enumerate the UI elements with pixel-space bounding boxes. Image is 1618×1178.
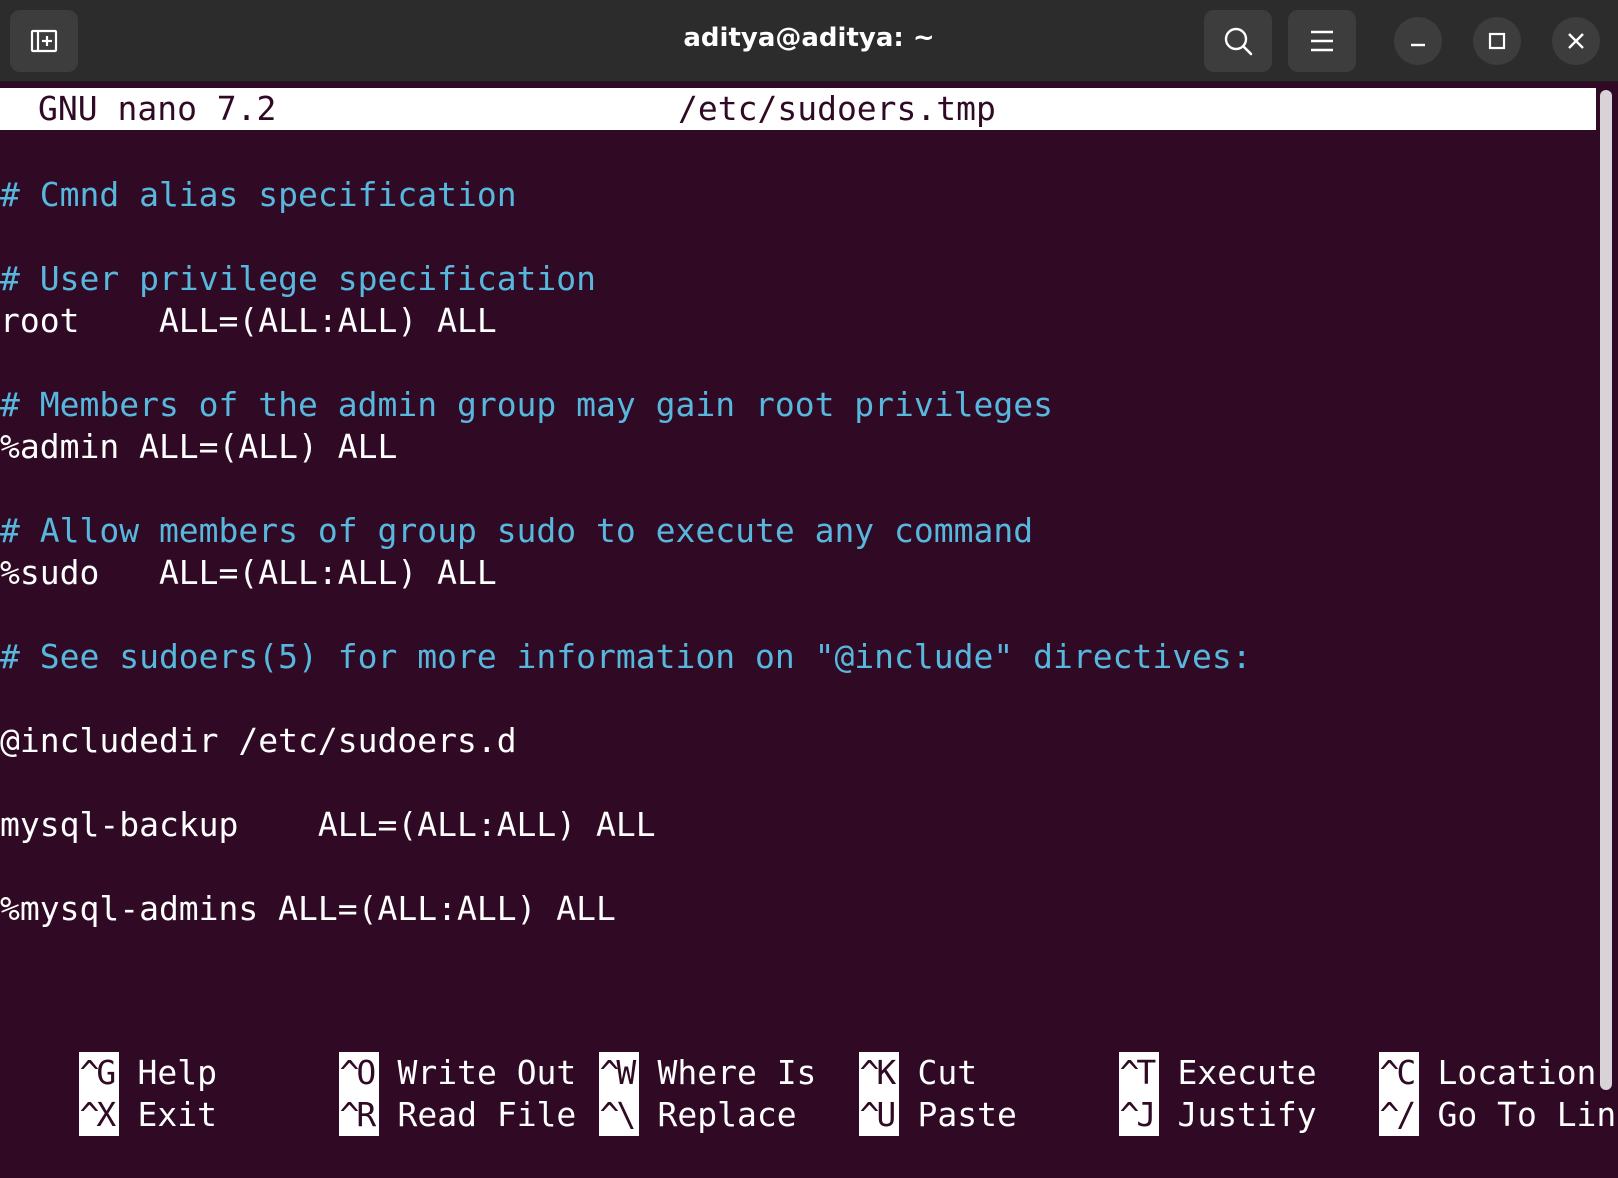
editor-line[interactable]: root ALL=(ALL:ALL) ALL [0,300,497,342]
nano-header-bar: GNU nano 7.2 /etc/sudoers.tmp [0,88,1596,130]
shortcut-execute[interactable]: ^T Execute [1040,1010,1317,1094]
shortcut-go-to-line[interactable]: ^/ Go To Line [1300,1052,1618,1136]
scrollbar[interactable] [1600,90,1612,1090]
editor-line[interactable]: %admin ALL=(ALL) ALL [0,426,397,468]
shortcut-key: ^J [1119,1094,1160,1136]
shortcut-label: Paste [917,1095,1017,1134]
shortcut-justify[interactable]: ^J Justify [1040,1052,1317,1136]
shortcut-key: ^U [859,1094,900,1136]
editor-line[interactable]: # Cmnd alias specification [0,174,517,216]
shortcut-key: ^\ [599,1094,640,1136]
menu-button[interactable] [1288,10,1356,72]
title-bar: aditya@aditya: ~ [0,0,1618,82]
window-title: aditya@aditya: ~ [683,23,935,53]
shortcut-key: ^R [339,1094,380,1136]
editor-line[interactable]: # Allow members of group sudo to execute… [0,510,1033,552]
shortcut-exit[interactable]: ^X Exit [0,1052,217,1136]
terminal-area[interactable]: GNU nano 7.2 /etc/sudoers.tmp # Cmnd ali… [0,82,1618,1136]
shortcut-where-is[interactable]: ^W Where Is [520,1010,816,1094]
shortcut-label: Replace [657,1095,797,1134]
shortcut-paste[interactable]: ^U Paste [780,1052,1017,1136]
shortcut-label: Go To Line [1437,1095,1618,1134]
editor-line[interactable]: # User privilege specification [0,258,596,300]
shortcut-cut[interactable]: ^K Cut [780,1010,977,1094]
editor-line[interactable]: @includedir /etc/sudoers.d [0,720,517,762]
nano-version: GNU nano 7.2 [38,89,277,128]
editor-line[interactable]: # Members of the admin group may gain ro… [0,384,1053,426]
minimize-button[interactable] [1394,17,1442,65]
editor-line[interactable]: mysql-backup ALL=(ALL:ALL) ALL [0,804,656,846]
shortcut-label: Exit [137,1095,217,1134]
shortcut-label: Justify [1177,1095,1317,1134]
editor-line[interactable]: # See sudoers(5) for more information on… [0,636,1252,678]
shortcut-location[interactable]: ^C Location [1300,1010,1596,1094]
shortcut-key: ^/ [1379,1094,1420,1136]
nano-filename: /etc/sudoers.tmp [678,89,996,128]
maximize-button[interactable] [1473,17,1521,65]
editor-line[interactable]: %sudo ALL=(ALL:ALL) ALL [0,552,497,594]
search-button[interactable] [1204,10,1272,72]
shortcut-key: ^X [79,1094,120,1136]
editor-line[interactable]: %mysql-admins ALL=(ALL:ALL) ALL [0,888,616,930]
shortcut-help[interactable]: ^G Help [0,1010,217,1094]
shortcut-replace[interactable]: ^\ Replace [520,1052,797,1136]
close-button[interactable] [1552,17,1600,65]
